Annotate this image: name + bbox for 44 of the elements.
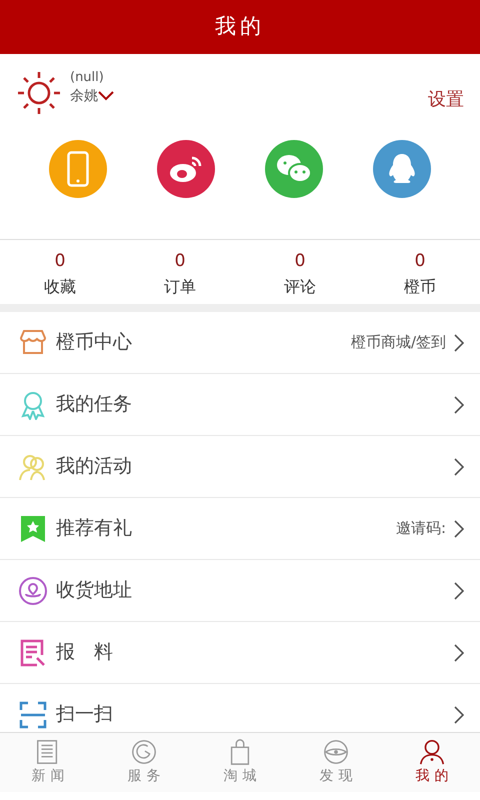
bookmark-star-icon — [18, 514, 48, 544]
menu-detail: 邀请码: — [396, 518, 446, 540]
stat-label: 订单 — [164, 276, 196, 298]
chevron-icon — [454, 396, 464, 414]
menu-label: 橙币中心 — [56, 330, 132, 356]
stat-count: 0 — [174, 250, 186, 273]
service-icon — [130, 738, 158, 766]
eye-icon — [322, 738, 350, 766]
menu-label: 我的活动 — [56, 454, 132, 480]
stat-label: 橙币 — [404, 276, 436, 298]
stat-count: 0 — [414, 250, 426, 273]
stat-item[interactable]: 0 订单 — [120, 248, 240, 296]
weibo-icon — [168, 154, 204, 184]
stat-count: 0 — [294, 250, 306, 273]
menu-label: 扫一扫 — [56, 702, 113, 728]
chevron-icon — [454, 644, 464, 662]
stat-item[interactable]: 0 评论 — [240, 248, 360, 296]
tab-item[interactable]: 我的 — [384, 733, 480, 792]
stat-count: 0 — [54, 250, 66, 273]
menu-label: 推荐有礼 — [56, 516, 132, 542]
phone-icon — [67, 151, 89, 187]
menu-label: 报 料 — [56, 640, 113, 666]
person-icon — [418, 738, 446, 766]
stat-item[interactable]: 0 橙币 — [360, 248, 480, 296]
location-pin-icon — [18, 576, 48, 606]
scan-icon — [18, 700, 48, 730]
stat-label: 收藏 — [44, 276, 76, 298]
menu-label: 收货地址 — [56, 578, 132, 604]
screen-title: 我的 — [215, 13, 265, 40]
menu-detail: 橙币商城/签到 — [350, 332, 446, 354]
sun-icon — [16, 70, 62, 116]
chevron-icon — [454, 706, 464, 724]
chevron-icon — [454, 582, 464, 600]
chevron-icon — [454, 458, 464, 476]
menu-label: 我的任务 — [56, 392, 132, 418]
settings-link[interactable]: 设置 — [428, 86, 464, 113]
caret-icon — [98, 90, 114, 101]
user-name: (null) — [70, 70, 105, 87]
chevron-icon — [454, 334, 464, 352]
location-dropdown[interactable]: 余姚 — [70, 86, 114, 106]
penguin-icon — [387, 152, 417, 186]
stat-item[interactable]: 0 收藏 — [0, 248, 120, 296]
stat-label: 评论 — [284, 276, 316, 298]
chevron-icon — [454, 520, 464, 538]
